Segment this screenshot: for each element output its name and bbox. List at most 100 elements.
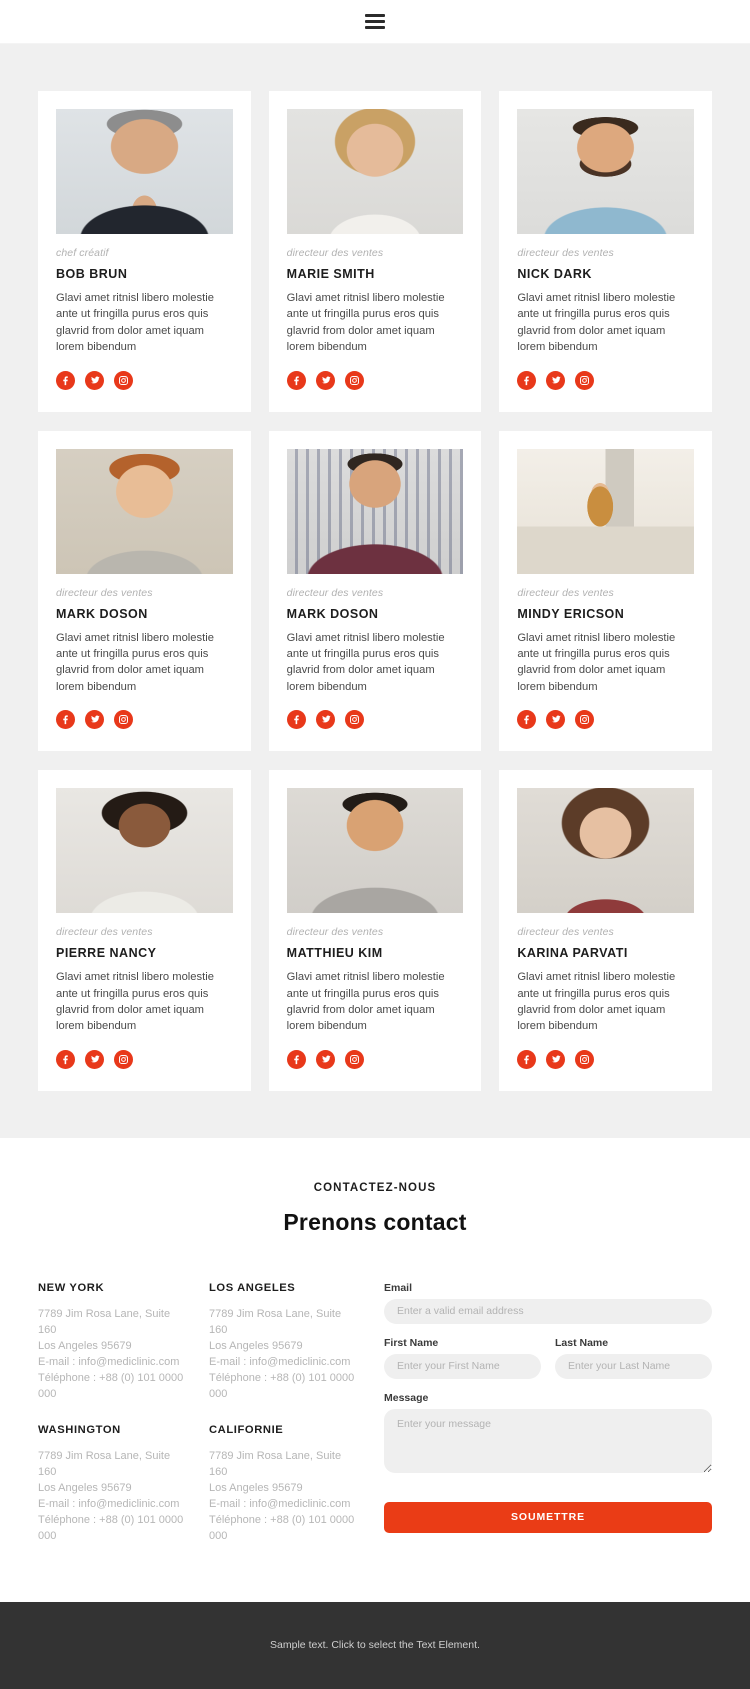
instagram-icon[interactable] <box>575 370 595 390</box>
contact-title: Prenons contact <box>283 1208 467 1235</box>
message-textarea[interactable] <box>384 1408 712 1473</box>
member-description: Glavi amet ritnisl libero molestie ante … <box>517 292 676 354</box>
email-field-block: Email <box>384 1282 712 1324</box>
office-block: WASHINGTON 7789 Jim Rosa Lane, Suite 160… <box>38 1424 187 1544</box>
facebook-icon[interactable] <box>517 1049 537 1069</box>
member-description: Glavi amet ritnisl libero molestie ante … <box>56 631 214 693</box>
first-name-label: First Name <box>384 1336 439 1349</box>
member-role: directeur des ventes <box>286 586 384 599</box>
message-field-block: Message <box>384 1392 712 1473</box>
office-address: 7789 Jim Rosa Lane, Suite 160 Los Angele… <box>38 1449 184 1542</box>
member-photo <box>56 788 233 914</box>
twitter-icon[interactable] <box>85 1049 104 1069</box>
email-label: Email <box>384 1281 413 1294</box>
footer-text[interactable]: Sample text. Click to select the Text El… <box>270 1639 480 1651</box>
instagram-icon[interactable] <box>114 370 133 390</box>
member-role: chef créatif <box>56 247 109 259</box>
facebook-icon[interactable] <box>517 710 537 730</box>
facebook-icon[interactable] <box>286 710 306 730</box>
site-header <box>0 0 750 44</box>
member-role: directeur des ventes <box>286 247 384 259</box>
twitter-icon[interactable] <box>315 370 335 390</box>
member-description: Glavi amet ritnisl libero molestie ante … <box>517 631 676 693</box>
first-name-field-block: First Name <box>384 1337 541 1379</box>
social-links <box>286 1049 464 1069</box>
social-links <box>56 370 233 390</box>
member-photo <box>286 788 464 914</box>
instagram-icon[interactable] <box>344 1049 364 1069</box>
instagram-icon[interactable] <box>114 710 133 730</box>
office-block: NEW YORK 7789 Jim Rosa Lane, Suite 160 L… <box>38 1282 187 1402</box>
office-address: 7789 Jim Rosa Lane, Suite 160 Los Angele… <box>209 1449 355 1542</box>
contact-eyebrow: CONTACTEZ-NOUS <box>313 1181 437 1194</box>
last-name-label: Last Name <box>555 1336 609 1349</box>
member-name: BOB BRUN <box>56 267 128 281</box>
member-role: directeur des ventes <box>56 586 153 599</box>
first-name-input[interactable] <box>384 1353 541 1379</box>
office-city: WASHINGTON <box>38 1423 121 1436</box>
message-label: Message <box>384 1391 429 1404</box>
facebook-icon[interactable] <box>286 370 306 390</box>
twitter-icon[interactable] <box>315 1049 335 1069</box>
social-links <box>517 370 694 390</box>
twitter-icon[interactable] <box>546 710 566 730</box>
member-name: PIERRE NANCY <box>56 946 157 961</box>
member-role: directeur des ventes <box>56 926 153 939</box>
facebook-icon[interactable] <box>56 710 75 730</box>
twitter-icon[interactable] <box>315 710 335 730</box>
team-member-card: directeur des ventes MATTHIEU KIM Glavi … <box>268 770 482 1091</box>
twitter-icon[interactable] <box>85 370 104 390</box>
instagram-icon[interactable] <box>575 1049 595 1069</box>
site-footer: Sample text. Click to select the Text El… <box>0 1601 750 1689</box>
last-name-input[interactable] <box>555 1353 712 1379</box>
team-member-card: directeur des ventes MARK DOSON Glavi am… <box>38 430 251 752</box>
member-description: Glavi amet ritnisl libero molestie ante … <box>56 971 214 1033</box>
email-input[interactable] <box>384 1298 712 1324</box>
instagram-icon[interactable] <box>114 1049 133 1069</box>
team-member-card: directeur des ventes MARIE SMITH Glavi a… <box>268 91 482 412</box>
member-name: MATTHIEU KIM <box>286 946 383 961</box>
member-photo <box>56 448 233 574</box>
instagram-icon[interactable] <box>344 370 364 390</box>
team-grid: chef créatif BOB BRUN Glavi amet ritnisl… <box>38 91 712 1091</box>
team-member-card: directeur des ventes MINDY ERICSON Glavi… <box>499 430 712 752</box>
submit-button[interactable]: SOUMETTRE <box>384 1501 712 1533</box>
social-links <box>56 710 233 730</box>
offices-list: NEW YORK 7789 Jim Rosa Lane, Suite 160 L… <box>38 1282 358 1544</box>
facebook-icon[interactable] <box>286 1049 306 1069</box>
facebook-icon[interactable] <box>56 1049 75 1069</box>
member-description: Glavi amet ritnisl libero molestie ante … <box>286 971 445 1033</box>
twitter-icon[interactable] <box>85 710 104 730</box>
team-member-card: directeur des ventes MARK DOSON Glavi am… <box>268 430 482 752</box>
name-row: First Name Last Name <box>384 1337 712 1392</box>
contact-section: CONTACTEZ-NOUS Prenons contact NEW YORK … <box>0 1137 750 1602</box>
team-section: chef créatif BOB BRUN Glavi amet ritnisl… <box>0 44 750 1138</box>
hamburger-bar <box>365 26 385 29</box>
twitter-icon[interactable] <box>546 1049 566 1069</box>
member-name: MINDY ERICSON <box>517 606 625 621</box>
instagram-icon[interactable] <box>575 710 595 730</box>
office-city: CALIFORNIE <box>209 1423 284 1436</box>
twitter-icon[interactable] <box>546 370 566 390</box>
member-name: MARK DOSON <box>286 606 379 621</box>
member-photo <box>56 109 233 234</box>
hamburger-bar <box>365 14 385 17</box>
member-role: directeur des ventes <box>517 586 614 599</box>
instagram-icon[interactable] <box>344 710 364 730</box>
office-address: 7789 Jim Rosa Lane, Suite 160 Los Angele… <box>209 1307 355 1400</box>
social-links <box>517 1049 694 1069</box>
team-member-card: chef créatif BOB BRUN Glavi amet ritnisl… <box>38 91 251 412</box>
hamburger-menu-icon[interactable] <box>365 14 385 29</box>
office-block: LOS ANGELES 7789 Jim Rosa Lane, Suite 16… <box>209 1282 358 1402</box>
facebook-icon[interactable] <box>56 370 75 390</box>
member-name: NICK DARK <box>517 267 592 281</box>
social-links <box>56 1049 233 1069</box>
facebook-icon[interactable] <box>517 370 537 390</box>
office-city: LOS ANGELES <box>209 1281 296 1294</box>
social-links <box>286 710 464 730</box>
office-address: 7789 Jim Rosa Lane, Suite 160 Los Angele… <box>38 1307 184 1400</box>
team-member-card: directeur des ventes KARINA PARVATI Glav… <box>499 770 712 1091</box>
hamburger-bar <box>365 20 385 23</box>
member-description: Glavi amet ritnisl libero molestie ante … <box>56 292 214 354</box>
member-role: directeur des ventes <box>517 926 614 939</box>
